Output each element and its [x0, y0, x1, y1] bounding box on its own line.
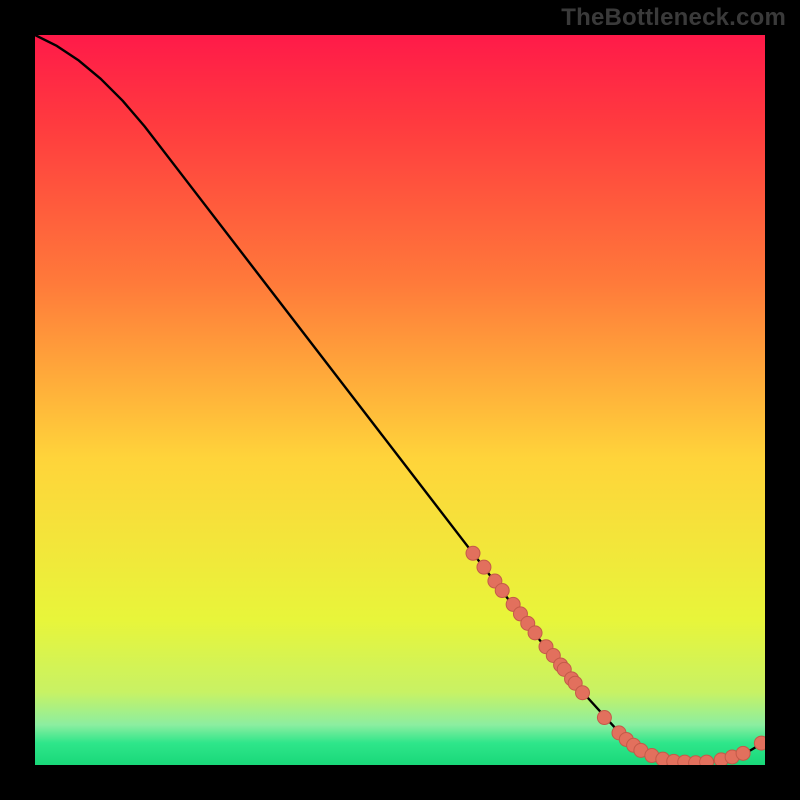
watermark: TheBottleneck.com	[561, 4, 786, 32]
chart-svg	[35, 35, 765, 765]
data-point	[754, 736, 765, 750]
data-point	[736, 746, 750, 760]
data-point	[700, 755, 714, 765]
gradient-background	[35, 35, 765, 765]
chart-frame: TheBottleneck.com	[0, 0, 800, 800]
data-point	[495, 584, 509, 598]
data-point	[466, 546, 480, 560]
data-point	[528, 626, 542, 640]
data-point	[477, 560, 491, 574]
data-point	[597, 711, 611, 725]
data-point	[576, 686, 590, 700]
plot-area	[35, 35, 765, 765]
